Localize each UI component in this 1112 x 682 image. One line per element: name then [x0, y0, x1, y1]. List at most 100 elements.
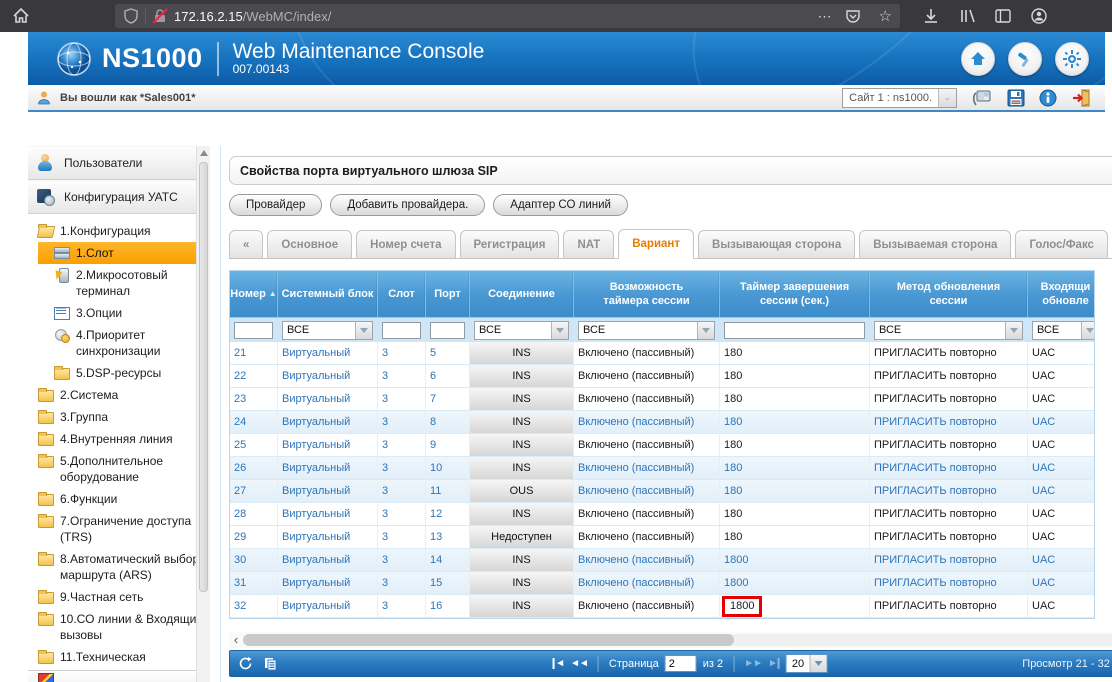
sidebar-item-0[interactable]: 1.Конфигурация: [38, 220, 210, 242]
connection-status-button[interactable]: INS: [470, 503, 573, 525]
sidebar-item-9[interactable]: 5.Дополнительное оборудование: [38, 450, 210, 488]
filter-input-2[interactable]: [382, 322, 421, 339]
tab-8[interactable]: Голос/Факс: [1015, 230, 1108, 258]
action-button-2[interactable]: Адаптер СО линий: [493, 194, 628, 216]
table-row-29[interactable]: 29Виртуальный313НедоступенВключено (пасс…: [230, 526, 1094, 549]
filter-select-8[interactable]: ВСЕ: [1032, 321, 1095, 340]
tab-7[interactable]: Вызываемая сторона: [859, 230, 1011, 258]
account-icon[interactable]: [1030, 7, 1048, 25]
table-row-25[interactable]: 25Виртуальный39INSВключено (пассивный)18…: [230, 434, 1094, 457]
sidebar-item-2[interactable]: 2.Микросотовый терминал: [38, 264, 210, 302]
filter-select-1[interactable]: ВСЕ: [282, 321, 373, 340]
table-row-31[interactable]: 31Виртуальный315INSВключено (пассивный)1…: [230, 572, 1094, 595]
next-page-button[interactable]: ►►: [744, 658, 762, 669]
column-header-7[interactable]: Метод обновления сессии: [870, 271, 1028, 317]
sidebar-item-7[interactable]: 3.Группа: [38, 406, 210, 428]
last-page-button[interactable]: ►: [768, 658, 780, 669]
tab-6[interactable]: Вызывающая сторона: [698, 230, 855, 258]
sidebar-scrollbar[interactable]: [196, 146, 210, 682]
table-row-26[interactable]: 26Виртуальный310INSВключено (пассивный)1…: [230, 457, 1094, 480]
table-row-30[interactable]: 30Виртуальный314INSВключено (пассивный)1…: [230, 549, 1094, 572]
download-icon[interactable]: [922, 7, 940, 25]
refresh-icon[interactable]: [238, 656, 253, 671]
action-button-0[interactable]: Провайдер: [229, 194, 322, 216]
connection-status-button[interactable]: INS: [470, 595, 573, 617]
hscroll-thumb[interactable]: [243, 634, 734, 646]
logout-icon[interactable]: [1071, 89, 1091, 107]
sidebar-item-10[interactable]: 6.Функции: [38, 488, 210, 510]
site-selector[interactable]: Сайт 1 : ns1000. ⌄: [842, 88, 957, 108]
connection-status-button[interactable]: INS: [470, 342, 573, 364]
scroll-up-arrow-icon[interactable]: [197, 146, 210, 160]
connection-status-button[interactable]: INS: [470, 388, 573, 410]
filter-input-0[interactable]: [234, 322, 273, 339]
sidebar-item-5[interactable]: 5.DSP-ресурсы: [38, 362, 210, 384]
connection-status-button[interactable]: Недоступен: [470, 526, 573, 548]
address-bar[interactable]: 172.16.2.15/WebMC/index/ ⋯ ☆: [115, 4, 900, 28]
phone-icon[interactable]: [971, 89, 993, 107]
prev-page-button[interactable]: ◄◄: [570, 658, 588, 669]
page-size-select[interactable]: 20: [786, 654, 827, 673]
table-row-28[interactable]: 28Виртуальный312INSВключено (пассивный)1…: [230, 503, 1094, 526]
table-row-27[interactable]: 27Виртуальный311OUSВключено (пассивный)1…: [230, 480, 1094, 503]
tab-3[interactable]: Регистрация: [460, 230, 560, 258]
column-header-1[interactable]: Системный блок: [278, 271, 378, 317]
filter-select-7[interactable]: ВСЕ: [874, 321, 1023, 340]
copy-table-icon[interactable]: [263, 656, 278, 671]
home-icon[interactable]: [12, 7, 30, 25]
sidebar-toggle-icon[interactable]: [994, 7, 1012, 25]
pocket-icon[interactable]: [845, 8, 861, 24]
column-header-4[interactable]: Соединение: [470, 271, 574, 317]
page-number-input[interactable]: [665, 655, 697, 672]
sidebar-item-12[interactable]: 8.Автоматический выбор маршрута (ARS): [38, 548, 210, 586]
connection-status-button[interactable]: INS: [470, 411, 573, 433]
column-header-0[interactable]: Номер▲: [230, 271, 278, 317]
page-actions-icon[interactable]: ⋯: [818, 8, 833, 25]
action-button-1[interactable]: Добавить провайдера.: [330, 194, 485, 216]
tab-2[interactable]: Номер счета: [356, 230, 455, 258]
connection-status-button[interactable]: INS: [470, 434, 573, 456]
filter-input-6[interactable]: [724, 322, 865, 339]
tab-4[interactable]: NAT: [563, 230, 614, 258]
connection-status-button[interactable]: INS: [470, 549, 573, 571]
column-header-6[interactable]: Таймер завершения сессии (сек.): [720, 271, 870, 317]
table-row-23[interactable]: 23Виртуальный37INSВключено (пассивный)18…: [230, 388, 1094, 411]
save-icon[interactable]: [1007, 89, 1025, 107]
table-row-21[interactable]: 21Виртуальный35INSВключено (пассивный)18…: [230, 342, 1094, 365]
bookmark-star-icon[interactable]: ☆: [879, 7, 892, 25]
shield-icon[interactable]: [123, 8, 139, 24]
connection-status-button[interactable]: INS: [470, 572, 573, 594]
filter-select-5[interactable]: ВСЕ: [578, 321, 715, 340]
sidebar-section-um-clipped[interactable]: [28, 670, 210, 682]
sidebar-item-4[interactable]: 4.Приоритет синхронизации: [38, 324, 210, 362]
table-row-32[interactable]: 32Виртуальный316INSВключено (пассивный)1…: [230, 595, 1094, 618]
column-header-8[interactable]: Входящи обновле: [1028, 271, 1095, 317]
sidebar-item-13[interactable]: 9.Частная сеть: [38, 586, 210, 608]
info-icon[interactable]: [1039, 89, 1057, 107]
table-row-22[interactable]: 22Виртуальный36INSВключено (пассивный)18…: [230, 365, 1094, 388]
filter-select-4[interactable]: ВСЕ: [474, 321, 569, 340]
tab-0[interactable]: «: [229, 230, 263, 258]
table-row-24[interactable]: 24Виртуальный38INSВключено (пассивный)18…: [230, 411, 1094, 434]
library-icon[interactable]: [958, 7, 976, 25]
column-header-3[interactable]: Порт: [426, 271, 470, 317]
insecure-lock-icon[interactable]: [152, 8, 168, 24]
scrollbar-thumb[interactable]: [199, 162, 208, 592]
tab-1[interactable]: Основное: [267, 230, 352, 258]
sidebar-section-1[interactable]: Конфигурация УАТС: [28, 180, 210, 214]
sidebar-item-1[interactable]: 1.Слот: [38, 242, 196, 264]
scroll-left-arrow-icon[interactable]: ‹: [229, 633, 243, 647]
filter-input-3[interactable]: [430, 322, 465, 339]
column-header-2[interactable]: Слот: [378, 271, 426, 317]
connection-status-button[interactable]: INS: [470, 365, 573, 387]
sidebar-item-14[interactable]: 10.СО линии & Входящие вызовы: [38, 608, 210, 646]
url-text[interactable]: 172.16.2.15/WebMC/index/: [174, 9, 331, 24]
tab-5[interactable]: Вариант: [618, 229, 694, 259]
sidebar-item-6[interactable]: 2.Система: [38, 384, 210, 406]
sidebar-item-11[interactable]: 7.Ограничение доступа (TRS): [38, 510, 210, 548]
connection-status-button[interactable]: OUS: [470, 480, 573, 502]
column-header-5[interactable]: Возможность таймера сессии: [574, 271, 720, 317]
hscroll-track[interactable]: [243, 634, 1112, 646]
sidebar-section-0[interactable]: Пользователи: [28, 146, 210, 180]
sidebar-item-3[interactable]: 3.Опции: [38, 302, 210, 324]
